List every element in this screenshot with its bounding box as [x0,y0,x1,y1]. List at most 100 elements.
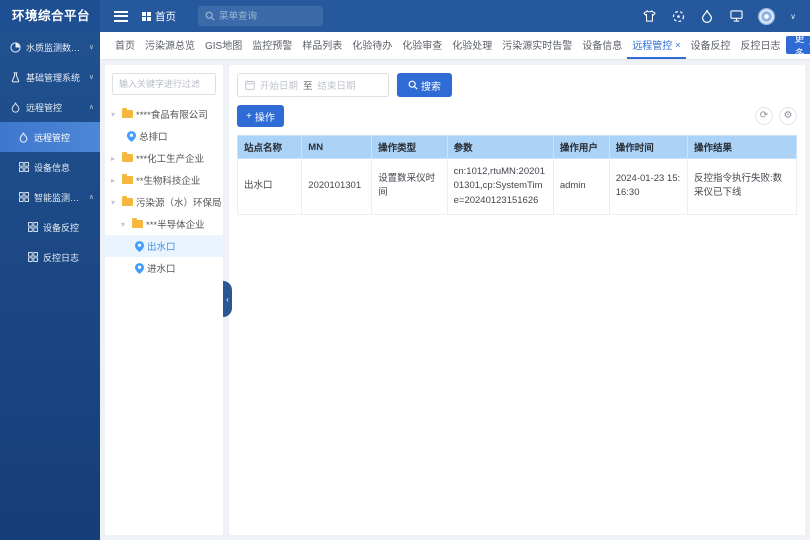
folder-icon [132,220,143,228]
grid-icon [27,222,38,233]
topbar-actions: ∨ [642,8,810,25]
col-op-time: 操作时间 [609,136,687,159]
avatar[interactable] [758,8,775,25]
tab-lab-process[interactable]: 化验处理 [447,32,497,59]
caret-right-icon[interactable]: ▸ [111,176,119,185]
cell-site-name: 出水口 [238,159,302,215]
tab-label: 设备反控 [691,37,731,52]
operate-button-label: 操作 [255,109,275,124]
sidebar-item-smart-terminal[interactable]: 智能监测终端 ∧ [0,182,100,212]
more-button-label: 更多 [795,30,805,60]
sidebar-item-water-analysis[interactable]: 水质监测数据综合分析 ∨ [0,32,100,62]
tab-monitor-warning[interactable]: 监控预警 [247,32,297,59]
topbar: 环境综合平台 首页 [0,0,810,32]
range-separator: 至 [303,78,313,92]
tab-label: 监控预警 [252,37,292,52]
tab-realtime-alarm[interactable]: 污染源实时告警 [497,32,577,59]
chevron-up-icon: ∧ [89,193,94,201]
sidebar-item-base-system[interactable]: 基础管理系统 ∨ [0,62,100,92]
tab-label: 反控日志 [741,37,781,52]
sidebar-item-counter-control-log[interactable]: 反控日志 [0,242,100,272]
chevron-down-icon: ∨ [89,73,94,81]
col-op-result: 操作结果 [687,136,796,159]
date-range-picker[interactable]: 开始日期 至 结束日期 [237,73,389,97]
tree-node-label: **生物科技企业 [136,173,200,187]
fullscreen-icon[interactable] [671,9,685,23]
sidebar-item-remote-control-group[interactable]: 远程管控 ∧ [0,92,100,122]
tab-label: 污染源总览 [145,37,195,52]
cell-op-type: 设置数采仪时间 [372,159,447,215]
location-pin-icon [135,241,144,252]
tree-node-outlet-in[interactable]: 进水口 [105,257,223,279]
tree-node-epa-water[interactable]: ▾ 污染源（水）环保局 [105,191,223,213]
sidebar-item-label: 反控日志 [43,251,94,264]
caret-down-icon[interactable]: ▾ [111,110,119,119]
content-area: ▾ ****食品有限公司 总排口 ▸ ***化工生产企业 ▸ **生物科技企业 … [100,60,810,540]
tree-node-label: ****食品有限公司 [136,107,208,121]
tree-node-company-food[interactable]: ▾ ****食品有限公司 [105,103,223,125]
caret-right-icon[interactable]: ▸ [111,154,119,163]
hamburger-menu-icon[interactable] [114,11,128,22]
tabbar: 首页 污染源总览 GIS地图 监控预警 样品列表 化验待办 化验审查 化验处理 … [100,32,810,60]
menu-search-input[interactable] [219,11,316,22]
tree-node-company-chemical[interactable]: ▸ ***化工生产企业 [105,147,223,169]
menu-search-box[interactable] [198,6,323,26]
tree-node-company-biotech[interactable]: ▸ **生物科技企业 [105,169,223,191]
tree-filter-input[interactable] [112,73,216,95]
location-pin-icon [127,131,136,142]
tab-close-icon[interactable]: × [675,40,680,50]
tab-label: 远程管控 [632,37,672,52]
tab-counter-control-log[interactable]: 反控日志 [736,32,786,59]
cell-op-result: 反控指令执行失败:数采仪已下线 [687,159,796,215]
tab-label: GIS地图 [205,37,242,52]
col-site-name: 站点名称 [238,136,302,159]
tab-pollution-overview[interactable]: 污染源总览 [140,32,200,59]
sidebar-item-device-counter-control[interactable]: 设备反控 [0,212,100,242]
tab-gis-map[interactable]: GIS地图 [200,32,247,59]
sidebar-item-remote-control[interactable]: 远程管控 [0,122,100,152]
tab-device-counter-control[interactable]: 设备反控 [686,32,736,59]
tab-device-info[interactable]: 设备信息 [577,32,627,59]
caret-down-icon[interactable]: ▾ [111,198,119,207]
water-drop-icon[interactable] [700,9,714,23]
user-menu-chevron-down-icon[interactable]: ∨ [790,12,796,21]
search-button[interactable]: 搜索 [397,73,452,97]
refresh-icon[interactable]: ⟳ [755,107,773,125]
tree-node-company-semiconductor[interactable]: ▾ ***半导体企业 [105,213,223,235]
tab-home[interactable]: 首页 [110,32,140,59]
col-op-type: 操作类型 [372,136,447,159]
column-settings-icon[interactable]: ⚙ [779,107,797,125]
more-tabs-button[interactable]: 更多 ∨ [786,36,810,54]
theme-icon[interactable] [642,9,656,23]
pie-chart-icon [10,42,21,53]
sidebar: 水质监测数据综合分析 ∨ 基础管理系统 ∨ 远程管控 ∧ 远程管控 [0,32,100,540]
tree-node-outlet-main[interactable]: 总排口 [105,125,223,147]
environment-platform-app: { "app": { "title": "环境综合平台" }, "topbar"… [0,0,810,540]
tree-node-label: ***化工生产企业 [136,151,204,165]
operate-button[interactable]: + 操作 [237,105,284,127]
sidebar-item-device-info[interactable]: 设备信息 [0,152,100,182]
sidebar-item-label: 设备信息 [34,161,94,174]
tab-remote-control[interactable]: 远程管控 × [627,32,685,59]
breadcrumb-home[interactable]: 首页 [142,9,176,24]
monitor-icon[interactable] [729,9,743,23]
tab-sample-list[interactable]: 样品列表 [297,32,347,59]
location-pin-icon [135,263,144,274]
collapse-left-icon: ‹ [226,295,229,304]
table-header-row: 站点名称 MN 操作类型 参数 操作用户 操作时间 操作结果 [238,136,797,159]
tree-node-outlet-out[interactable]: 出水口 [105,235,223,257]
tree-collapse-handle[interactable]: ‹ [223,281,232,317]
tab-lab-review[interactable]: 化验审查 [397,32,447,59]
caret-down-icon[interactable]: ▾ [121,220,129,229]
tab-label: 设备信息 [582,37,622,52]
flask-icon [10,72,21,83]
search-icon [408,80,418,90]
sidebar-item-label: 智能监测终端 [34,191,84,204]
sidebar-item-label: 设备反控 [43,221,94,234]
tree-node-label: 进水口 [147,261,176,275]
table-row[interactable]: 出水口 2020101301 设置数采仪时间 cn:1012,rtuMN:202… [238,159,797,215]
col-op-user: 操作用户 [553,136,609,159]
search-icon [205,11,215,21]
operations-table: 站点名称 MN 操作类型 参数 操作用户 操作时间 操作结果 出水口 20201… [237,135,797,215]
tab-lab-todo[interactable]: 化验待办 [347,32,397,59]
